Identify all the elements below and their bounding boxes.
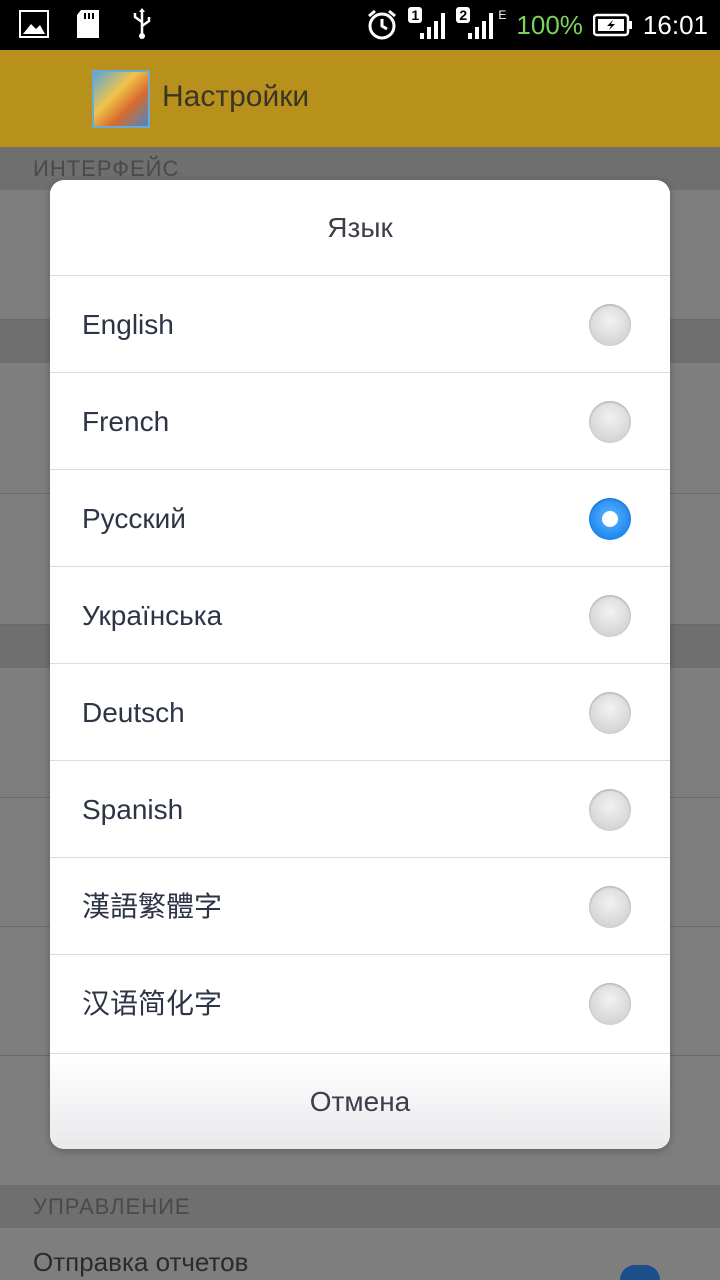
language-option[interactable]: 汉语简化字: [50, 955, 670, 1052]
language-option[interactable]: Spanish: [50, 761, 670, 858]
clock: 16:01: [642, 9, 708, 40]
language-option[interactable]: Українська: [50, 567, 670, 664]
page-title: Настройки: [162, 80, 310, 113]
dialog-title: Язык: [50, 180, 670, 276]
language-option-label: English: [82, 309, 174, 340]
radio-button-selected[interactable]: [589, 498, 631, 540]
radio-button[interactable]: [589, 886, 631, 928]
setting-report-sending[interactable]: Отправка отчетов: [33, 1247, 248, 1278]
radio-button[interactable]: [589, 983, 631, 1025]
radio-button[interactable]: [589, 595, 631, 637]
language-option[interactable]: Deutsch: [50, 664, 670, 761]
section-header-management: УПРАВЛЕНИЕ: [0, 1185, 720, 1228]
alarm-icon: [366, 9, 398, 41]
cancel-button[interactable]: Отмена: [50, 1053, 670, 1149]
status-bar: 1 2 E 100% 16:01: [0, 0, 720, 50]
language-option[interactable]: English: [50, 276, 670, 373]
network-type: E: [498, 8, 507, 22]
language-option-label: Spanish: [82, 794, 184, 825]
language-option-label: Deutsch: [82, 697, 185, 728]
battery-icon: [592, 9, 633, 41]
radio-button[interactable]: [589, 401, 631, 443]
language-option[interactable]: Русский: [50, 470, 670, 567]
language-option-label: Русский: [82, 503, 186, 534]
radio-button[interactable]: [589, 789, 631, 831]
notification-icons: [18, 8, 158, 40]
usb-icon: [126, 8, 158, 40]
battery-percent: 100%: [516, 9, 583, 40]
report-sending-toggle[interactable]: [620, 1265, 660, 1280]
language-option-label: 汉语简化字: [82, 988, 223, 1019]
language-dialog: Язык English French Русский Українська D…: [50, 180, 670, 1149]
language-option-label: French: [82, 406, 170, 437]
app-logo[interactable]: [92, 70, 150, 128]
system-status: 1 2 E 100% 16:01: [366, 7, 708, 42]
signal-icon: 1: [408, 7, 446, 41]
gallery-icon: [18, 8, 50, 40]
language-option-label: 漢語繁體字: [82, 891, 223, 922]
radio-button[interactable]: [589, 692, 631, 734]
radio-button[interactable]: [589, 304, 631, 346]
app-bar: Настройки: [0, 50, 720, 147]
signal-icon: 2: [456, 7, 494, 41]
language-option[interactable]: French: [50, 373, 670, 470]
language-option[interactable]: 漢語繁體字: [50, 858, 670, 955]
language-option-label: Українська: [82, 600, 223, 631]
sd-card-icon: [72, 8, 104, 40]
